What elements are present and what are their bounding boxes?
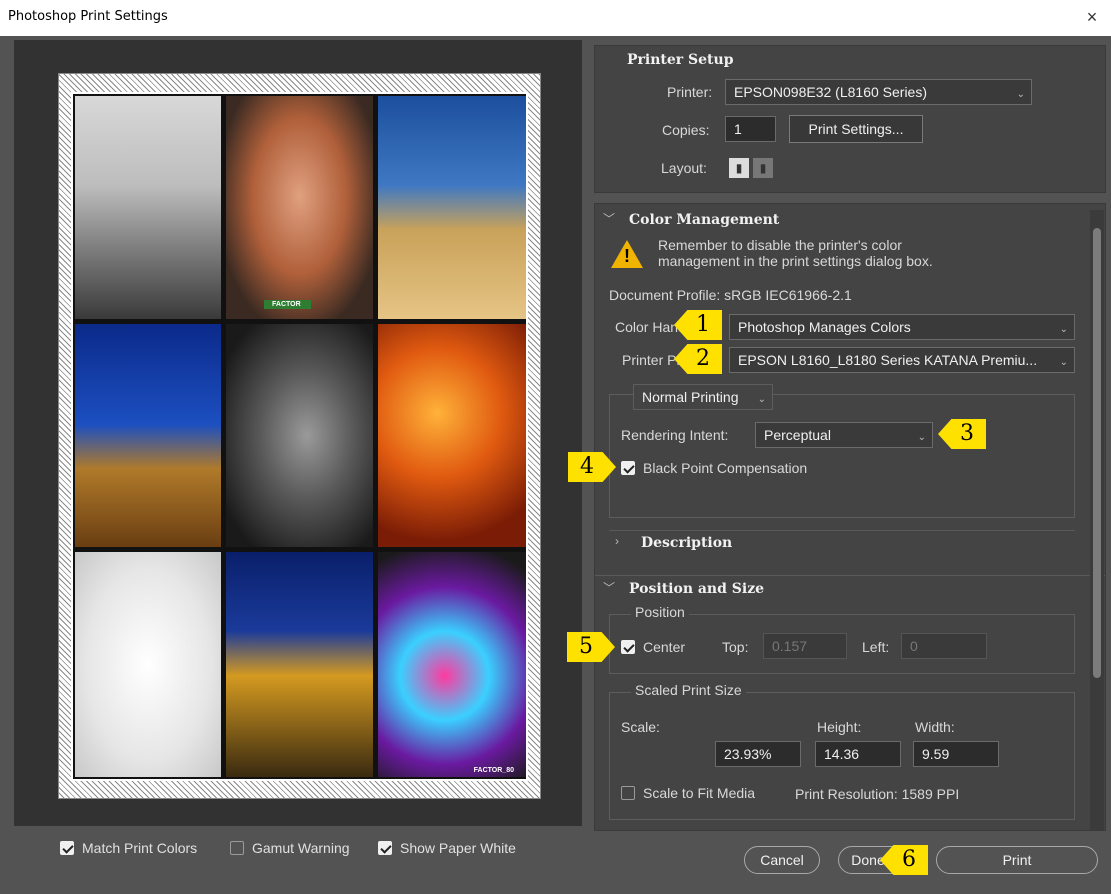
photo-woman-sunglasses: FACTOR xyxy=(226,96,373,319)
print-preview: 10.16 cm x 15.24 cm FACTOR FACTOR_80 xyxy=(14,40,582,826)
center-label: Center xyxy=(643,639,686,655)
rendering-group xyxy=(609,394,1075,518)
warning-icon: ! xyxy=(611,240,643,268)
copies-input[interactable]: 1 xyxy=(725,116,776,142)
title-bar: Photoshop Print Settings × xyxy=(0,0,1111,36)
chevron-down-icon: ⌄ xyxy=(917,432,926,443)
photo-aspen-trees xyxy=(226,552,373,777)
center-checkbox[interactable] xyxy=(621,640,635,654)
print-area[interactable]: FACTOR FACTOR_80 xyxy=(71,92,528,781)
layout-label: Layout: xyxy=(661,160,707,176)
scale-label: Scale: xyxy=(621,719,660,735)
photo-colorful-face: FACTOR_80 xyxy=(378,552,526,777)
color-handling-label: Color Hand xyxy=(615,319,686,335)
height-label: Height: xyxy=(817,719,862,735)
scrollbar-thumb[interactable] xyxy=(1093,228,1101,678)
photo-plaza-tower xyxy=(75,324,221,547)
gamut-warning-label: Gamut Warning xyxy=(252,840,350,856)
scale-input[interactable]: 23.93% xyxy=(715,741,801,767)
cancel-button[interactable]: Cancel xyxy=(744,846,820,874)
black-point-label: Black Point Compensation xyxy=(643,460,808,476)
left-input[interactable]: 0 xyxy=(901,633,987,659)
photo-autumn-leaves xyxy=(378,324,526,547)
printer-setup-title: Printer Setup xyxy=(627,52,734,68)
height-input[interactable]: 14.36 xyxy=(815,741,901,767)
rendering-intent-label: Rendering Intent: xyxy=(621,427,729,443)
scale-to-fit-option[interactable]: Scale to Fit Media xyxy=(621,785,755,801)
printer-select[interactable]: EPSON098E32 (L8160 Series) ⌄ xyxy=(725,79,1032,105)
left-label: Left: xyxy=(862,639,890,655)
portrait-layout-icon[interactable]: ▮ xyxy=(729,158,749,178)
photo-caption-2: FACTOR_80 xyxy=(473,767,514,774)
chevron-right-icon[interactable]: › xyxy=(615,534,619,548)
chevron-down-icon: ⌄ xyxy=(1059,357,1068,368)
match-print-colors-label: Match Print Colors xyxy=(82,840,198,856)
printer-profile-select[interactable]: EPSON L8160_L8180 Series KATANA Premiu..… xyxy=(729,347,1075,373)
paper-sheet[interactable]: FACTOR FACTOR_80 xyxy=(58,73,541,799)
match-print-colors-option[interactable]: Match Print Colors xyxy=(60,840,197,856)
print-button[interactable]: Print xyxy=(936,846,1098,874)
black-point-option[interactable]: Black Point Compensation xyxy=(621,460,807,476)
scaled-print-size-label: Scaled Print Size xyxy=(631,682,746,698)
photo-man-portrait xyxy=(226,324,373,547)
top-input[interactable]: 0.157 xyxy=(763,633,847,659)
document-profile: Document Profile: sRGB IEC61966-2.1 xyxy=(609,287,852,303)
close-icon[interactable]: × xyxy=(1079,4,1105,30)
paper-size-label: 10.16 cm x 15.24 cm xyxy=(251,56,345,67)
print-settings-button[interactable]: Print Settings... xyxy=(789,115,923,143)
description-title[interactable]: Description xyxy=(641,535,732,551)
top-label: Top: xyxy=(722,639,749,655)
landscape-layout-icon[interactable]: ▮ xyxy=(753,158,773,178)
show-paper-white-checkbox[interactable] xyxy=(378,841,392,855)
window-title: Photoshop Print Settings xyxy=(8,9,168,24)
gamut-warning-option[interactable]: Gamut Warning xyxy=(230,840,350,856)
width-label: Width: xyxy=(915,719,955,735)
show-paper-white-label: Show Paper White xyxy=(400,840,516,856)
print-resolution: Print Resolution: 1589 PPI xyxy=(795,786,960,802)
color-management-title[interactable]: Color Management xyxy=(629,212,779,228)
position-group-label: Position xyxy=(631,604,689,620)
settings-scrollbar[interactable] xyxy=(1090,210,1104,830)
settings-panel: ﹀ Color Management Remember to disable t… xyxy=(594,203,1106,831)
printer-label: Printer: xyxy=(667,84,713,100)
photo-pier xyxy=(75,96,221,319)
position-size-title[interactable]: Position and Size xyxy=(629,581,764,597)
photo-desert-rock xyxy=(378,96,526,319)
chevron-down-icon: ⌄ xyxy=(1059,324,1068,335)
copies-label: Copies: xyxy=(662,122,710,138)
match-print-colors-checkbox[interactable] xyxy=(60,841,74,855)
black-point-checkbox[interactable] xyxy=(621,461,635,475)
center-option[interactable]: Center xyxy=(621,639,685,655)
width-input[interactable]: 9.59 xyxy=(913,741,999,767)
rendering-intent-select[interactable]: Perceptual ⌄ xyxy=(755,422,933,448)
chevron-down-icon[interactable]: ﹀ xyxy=(603,579,615,596)
scale-to-fit-label: Scale to Fit Media xyxy=(643,785,756,801)
color-handling-select[interactable]: Photoshop Manages Colors ⌄ xyxy=(729,314,1075,340)
scale-to-fit-checkbox[interactable] xyxy=(621,786,635,800)
photo-bride xyxy=(75,552,221,777)
show-paper-white-option[interactable]: Show Paper White xyxy=(378,840,516,856)
chevron-down-icon: ⌄ xyxy=(757,394,766,405)
printer-setup-panel: Printer Setup Printer: EPSON098E32 (L816… xyxy=(594,45,1106,193)
photo-caption: FACTOR xyxy=(264,300,311,309)
color-warning-text: Remember to disable the printer's color … xyxy=(658,237,933,269)
gamut-warning-checkbox[interactable] xyxy=(230,841,244,855)
chevron-down-icon[interactable]: ﹀ xyxy=(603,210,615,227)
chevron-down-icon: ⌄ xyxy=(1016,89,1025,100)
print-mode-select[interactable]: Normal Printing ⌄ xyxy=(633,384,773,410)
